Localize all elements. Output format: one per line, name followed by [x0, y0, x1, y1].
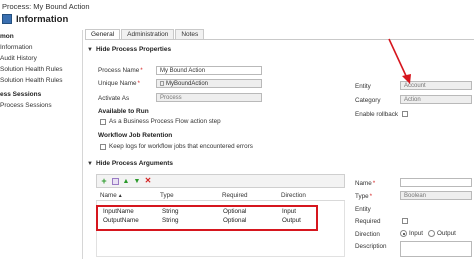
arg-required-checkbox[interactable]	[402, 218, 408, 224]
category-label: Category	[355, 97, 381, 104]
arg-name-field[interactable]	[400, 178, 472, 187]
arg-name-label: Name*	[355, 180, 376, 187]
direction-output-label: Output	[437, 230, 456, 237]
activate-as-select: Process	[156, 93, 262, 102]
annotation-highlight-box	[96, 205, 318, 231]
arg-description-label: Description	[355, 243, 387, 250]
unique-name-prefix-icon	[160, 81, 164, 86]
sidebar-item-audit-history[interactable]: Audit History	[0, 55, 37, 62]
direction-output-radio[interactable]	[428, 230, 436, 237]
arg-description-field[interactable]	[400, 241, 472, 257]
direction-input-radio[interactable]	[400, 230, 407, 237]
sidebar-item-information[interactable]: Information	[0, 44, 33, 51]
process-name-label: Process Name*	[98, 67, 143, 74]
arg-entity-label: Entity	[355, 206, 371, 213]
arg-type-label: Type*	[355, 193, 373, 200]
process-arguments-title: Hide Process Arguments	[95, 160, 174, 167]
sidebar-item-solution-health-rules-2[interactable]: Solution Health Rules	[0, 77, 63, 84]
unique-name-label: Unique Name*	[98, 80, 140, 87]
sidebar-divider	[82, 30, 83, 259]
direction-input-label: Input	[409, 230, 424, 237]
available-to-run-heading: Available to Run	[98, 108, 149, 115]
add-icon[interactable]: +	[100, 176, 108, 185]
keep-logs-checkbox[interactable]	[100, 143, 106, 150]
column-header-type[interactable]: Type	[160, 192, 174, 199]
enable-rollback-checkbox[interactable]	[402, 111, 408, 117]
column-header-required[interactable]: Required	[222, 192, 248, 199]
collapse-arrow-icon: ▼	[87, 47, 93, 53]
column-header-name[interactable]: Name▲	[100, 192, 123, 199]
sidebar-section-common: mon	[0, 33, 14, 40]
process-name-field[interactable]: My Bound Action	[156, 66, 262, 75]
enable-rollback-label: Enable rollback	[355, 111, 399, 118]
activate-as-label: Activate As	[98, 95, 130, 102]
page-title: Information	[16, 13, 69, 25]
tab-underline	[85, 39, 474, 40]
process-properties-header[interactable]: ▼ Hide Process Properties	[87, 46, 171, 53]
sidebar-item-solution-health-rules[interactable]: Solution Health Rules	[0, 66, 63, 73]
arguments-toolbar: + ▲ ▼ ✕	[96, 174, 345, 188]
arg-direction-label: Direction	[355, 231, 380, 238]
arg-required-label: Required	[355, 218, 381, 225]
keep-logs-label: Keep logs for workflow jobs that encount…	[109, 143, 253, 150]
edit-icon[interactable]	[111, 177, 119, 185]
window-title: Process: My Bound Action	[2, 2, 90, 11]
bpf-step-label: As a Business Process Flow action step	[109, 118, 221, 125]
bpf-step-option[interactable]: As a Business Process Flow action step	[100, 118, 221, 125]
job-retention-heading: Workflow Job Retention	[98, 132, 173, 139]
process-properties-title: Hide Process Properties	[95, 46, 172, 53]
direction-radio-group: Input Output	[400, 230, 456, 237]
sidebar-section-process-sessions: ess Sessions	[0, 91, 42, 98]
process-arguments-header[interactable]: ▼ Hide Process Arguments	[87, 160, 173, 167]
arguments-grid-header: Name▲ Type Required Direction	[96, 191, 345, 201]
move-down-icon[interactable]: ▼	[133, 177, 141, 185]
process-icon	[2, 14, 12, 24]
column-header-direction[interactable]: Direction	[281, 192, 306, 199]
unique-name-field: MyBoundAction	[156, 79, 262, 88]
sidebar-item-process-sessions[interactable]: Process Sessions	[0, 102, 52, 109]
move-up-icon[interactable]: ▲	[122, 177, 130, 185]
page-heading-row: Information	[0, 12, 68, 26]
bpf-step-checkbox[interactable]	[100, 118, 106, 125]
delete-icon[interactable]: ✕	[144, 177, 152, 185]
category-field: Action	[400, 95, 472, 104]
collapse-arrow-icon: ▼	[87, 161, 93, 167]
entity-label: Entity	[355, 83, 371, 90]
arg-type-select[interactable]: Boolean	[400, 191, 472, 200]
annotation-arrow-icon	[388, 38, 411, 84]
keep-logs-option[interactable]: Keep logs for workflow jobs that encount…	[100, 143, 253, 150]
sidebar: mon Information Audit History Solution H…	[0, 28, 82, 259]
